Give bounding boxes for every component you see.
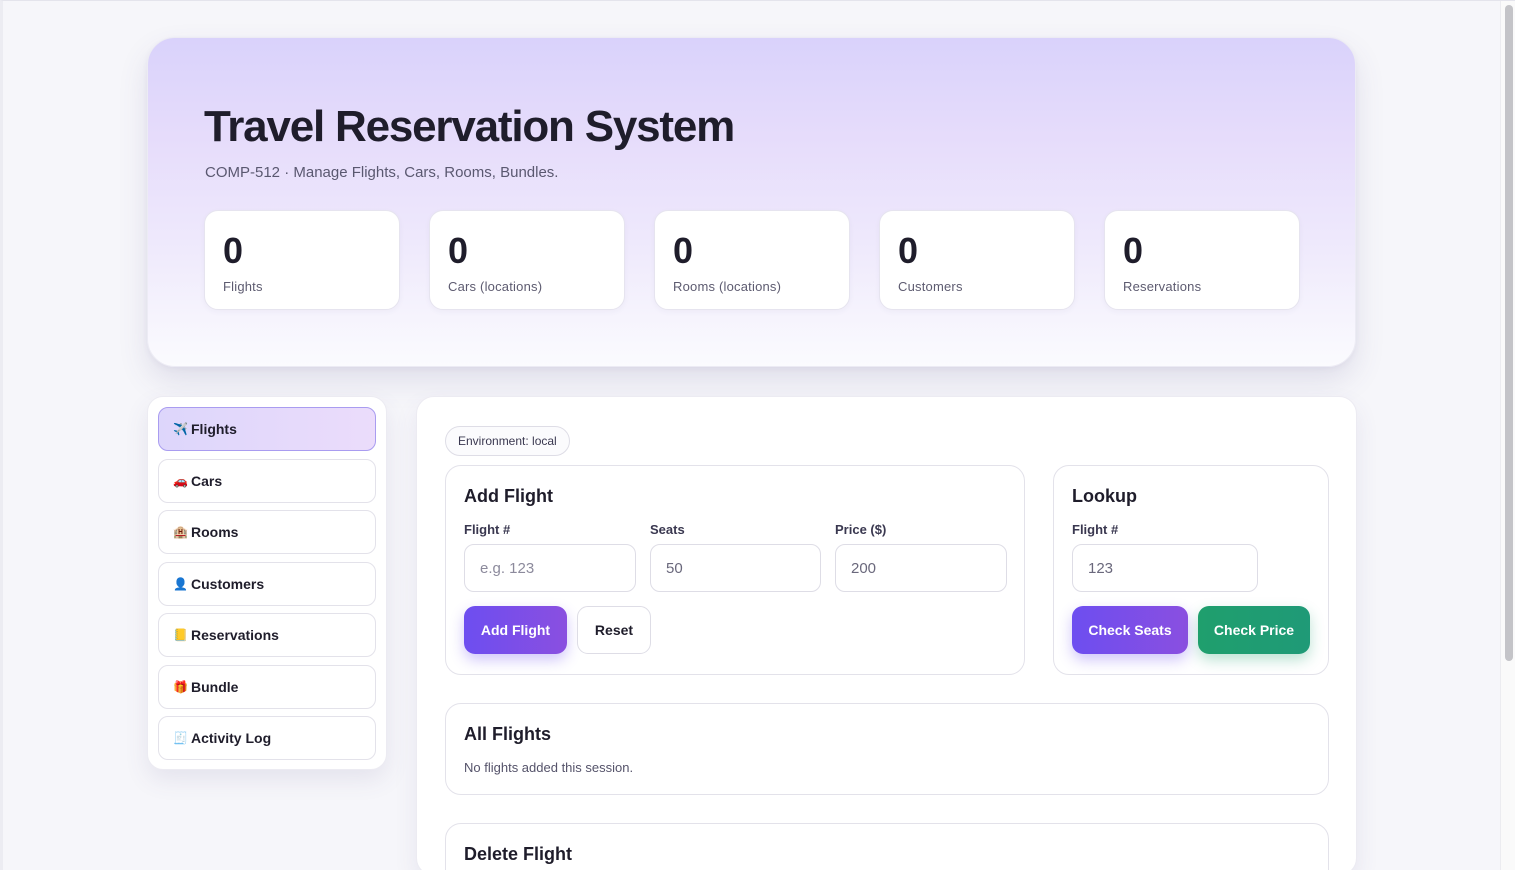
flight-number-label: Flight # (464, 522, 511, 537)
sidebar-item-label: Rooms (191, 524, 239, 540)
sidebar-item-label: Cars (191, 472, 223, 489)
add-flight-button[interactable]: Add Flight (464, 606, 567, 654)
stat-label: Rooms (locations) (673, 279, 782, 294)
price-label: Price ($) (835, 522, 887, 537)
sidebar-nav: ✈️ Flights 🚗 Cars 🏨 Rooms 👤 Customers 📒 … (147, 396, 387, 770)
sidebar-item-bundle[interactable]: 🎁 Bundle (158, 664, 376, 709)
all-flights-title: All Flights (464, 724, 551, 744)
user-icon: 👤 (173, 576, 188, 591)
check-price-button[interactable]: Check Price (1198, 606, 1310, 654)
delete-flight-title: Delete Flight (464, 844, 573, 864)
page-subtitle: COMP-512 · Manage Flights, Cars, Rooms, … (205, 164, 559, 181)
lookup-flight-label: Flight # (1072, 522, 1119, 537)
page-title: Travel Reservation System (204, 102, 735, 151)
stat-value: 0 (223, 230, 244, 271)
seats-label: Seats (650, 522, 685, 537)
check-seats-button[interactable]: Check Seats (1072, 606, 1188, 654)
price-input[interactable]: 200 (835, 544, 1007, 592)
page-scrollbar[interactable] (1500, 1, 1515, 870)
sidebar-item-label: Activity Log (191, 730, 272, 746)
airplane-icon: ✈️ (173, 422, 188, 436)
stat-label: Cars (locations) (448, 279, 543, 294)
stat-card-rooms: 0 Rooms (locations) (654, 210, 850, 310)
stat-card-cars: 0 Cars (locations) (429, 210, 625, 310)
page: Travel Reservation System COMP-512 · Man… (0, 0, 1515, 870)
lookup-title: Lookup (1072, 486, 1137, 506)
flight-number-input[interactable]: e.g. 123 (464, 544, 636, 592)
car-icon: 🚗 (173, 473, 188, 488)
stat-label: Customers (898, 279, 963, 294)
sidebar-item-label: Reservations (191, 627, 279, 643)
lookup-card: Lookup Flight # 123 Check Seats Check Pr… (1053, 465, 1329, 675)
sidebar-item-label: Bundle (191, 678, 239, 695)
main-panel: Environment: local Add Flight Flight # e… (416, 396, 1357, 870)
all-flights-card: All Flights No flights added this sessio… (445, 703, 1329, 795)
empty-flights-message: No flights added this session. (464, 760, 634, 775)
stats-row: 0 Flights 0 Cars (locations) 0 Rooms (lo… (204, 210, 1300, 310)
sidebar-item-label: Flights (191, 421, 237, 437)
sidebar-item-cars[interactable]: 🚗 Cars (158, 458, 376, 503)
sidebar-item-flights[interactable]: ✈️ Flights (158, 407, 376, 451)
ledger-icon: 📒 (173, 628, 188, 642)
stat-value: 0 (898, 230, 919, 271)
stat-card-flights: 0 Flights (204, 210, 400, 310)
stat-value: 0 (673, 230, 694, 271)
hero-banner: Travel Reservation System COMP-512 · Man… (147, 37, 1356, 367)
hotel-icon: 🏨 (173, 525, 188, 539)
stat-label: Reservations (1123, 279, 1202, 294)
sidebar-item-activity-log[interactable]: 🧾 Activity Log (158, 716, 376, 760)
environment-badge: Environment: local (445, 426, 570, 456)
stat-card-reservations: 0 Reservations (1104, 210, 1300, 310)
add-flight-card: Add Flight Flight # e.g. 123 Seats 50 Pr… (445, 465, 1025, 675)
sidebar-item-label: Customers (191, 575, 265, 592)
reset-button[interactable]: Reset (577, 606, 651, 654)
scrollbar-thumb[interactable] (1505, 5, 1513, 661)
sidebar-item-reservations[interactable]: 📒 Reservations (158, 613, 376, 657)
stat-card-customers: 0 Customers (879, 210, 1075, 310)
stat-label: Flights (223, 279, 263, 294)
sidebar-item-rooms[interactable]: 🏨 Rooms (158, 510, 376, 554)
delete-flight-card: Delete Flight (445, 823, 1329, 870)
stat-value: 0 (448, 230, 469, 271)
add-flight-title: Add Flight (464, 486, 553, 506)
seats-input[interactable]: 50 (650, 544, 821, 592)
stat-value: 0 (1123, 230, 1144, 271)
sidebar-item-customers[interactable]: 👤 Customers (158, 561, 376, 606)
receipt-icon: 🧾 (173, 731, 188, 745)
lookup-flight-input[interactable]: 123 (1072, 544, 1258, 592)
gift-icon: 🎁 (173, 679, 188, 694)
